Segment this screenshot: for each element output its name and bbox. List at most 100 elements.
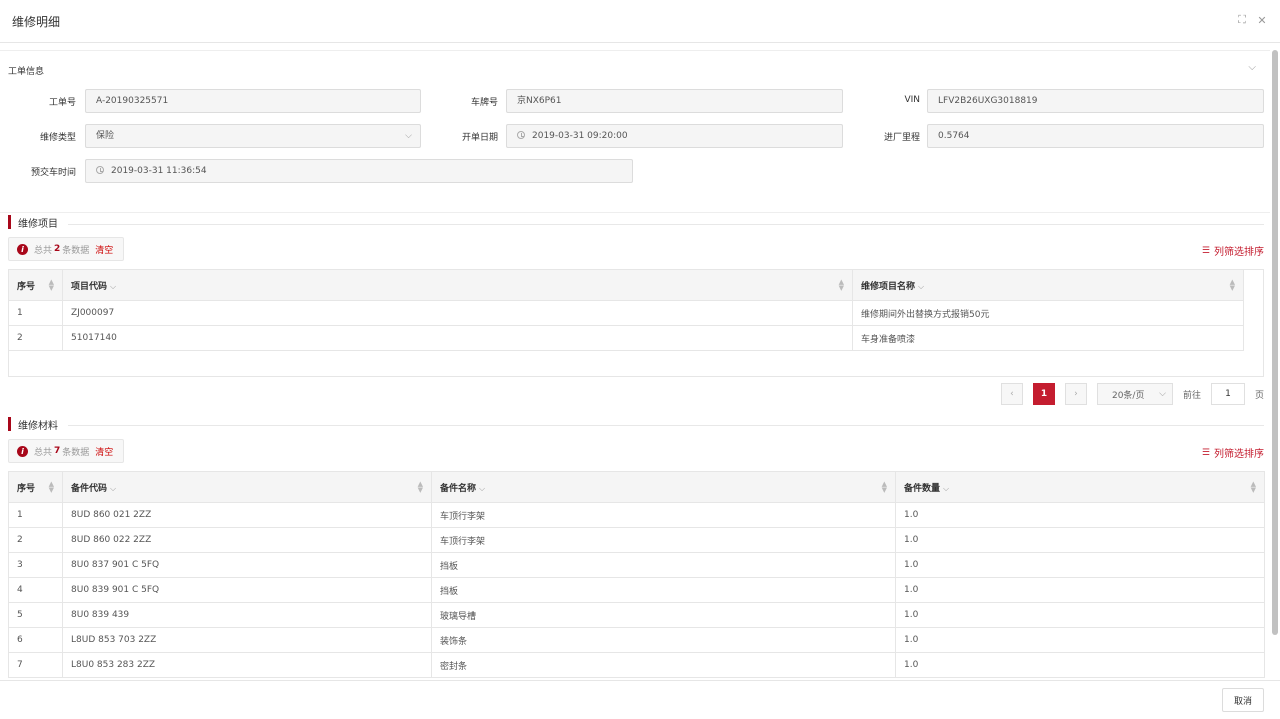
table-row[interactable]: 1 ZJ000097 维修期间外出替换方式报销50元 [8,300,1244,326]
column-filter-link[interactable]: ☰ 列筛选排序 [1201,243,1264,259]
delivery-time-field[interactable]: 2019-03-31 11:36:54 [85,159,633,183]
table-cell: 车身准备喷漆 [852,325,1244,351]
mileage-field[interactable]: 0.5764 [927,124,1264,148]
table-row[interactable]: 7 L8U0 853 283 2ZZ 密封条 1.0 [8,652,1265,678]
repair-items-header: 维修项目 [8,215,64,230]
plate-no-label: 车牌号 [470,98,498,108]
chevron-down-icon: ⌵ [918,281,925,291]
plate-no-field[interactable]: 京NX6P61 [506,89,843,113]
column-header[interactable]: 备件数量 ⌵ ▲ ▼ [895,471,1265,503]
column-header[interactable]: 维修项目名称 ⌵ ▲ ▼ [852,269,1244,301]
table-row[interactable]: 2 8UD 860 022 2ZZ 车顶行李架 1.0 [8,527,1265,553]
table-cell: 维修期间外出替换方式报销50元 [852,300,1244,326]
delivery-time-label: 预交车时间 [30,168,76,178]
column-header[interactable]: 项目代码 ⌵ ▲ ▼ [62,269,853,301]
materials-title: 维修材料 [18,420,58,432]
sort-icon: ▲ ▼ [48,480,54,494]
page-unit-label: 页 [1254,390,1264,401]
pagination: ‹ 1 › 20条/页 ⌵ 前往 1 页 [1000,383,1264,405]
column-header[interactable]: 备件名称 ⌵ ▲ ▼ [431,471,896,503]
repair-type-label: 维修类型 [39,133,76,143]
table-cell: 车顶行李架 [431,527,896,553]
cancel-button[interactable]: 取消 [1222,688,1264,712]
table-cell: L8UD 853 703 2ZZ [62,627,432,653]
clear-link[interactable]: 清空 [95,445,113,458]
goto-page-input[interactable]: 1 [1210,383,1245,405]
close-icon[interactable]: ✕ [1256,14,1268,27]
order-no-field[interactable]: A-20190325571 [85,89,421,113]
section-accent-bar [8,215,11,229]
column-header[interactable]: 备件代码 ⌵ ▲ ▼ [62,471,432,503]
chevron-down-icon: ⌵ [479,483,486,493]
clear-link[interactable]: 清空 [95,243,113,256]
page-button[interactable]: 1 [1032,383,1055,405]
column-header[interactable]: 序号 ▲ ▼ [8,269,63,301]
repair-type-value: 保险 [96,131,115,141]
clock-icon [96,166,104,174]
table-cell: 1.0 [895,652,1265,678]
table-cell: 4 [8,577,63,603]
sort-icon: ▲ ▼ [1229,278,1235,292]
table-cell: 8UD 860 021 2ZZ [62,502,432,528]
open-date-label: 开单日期 [461,133,498,143]
sliders-icon: ☰ [1201,447,1210,458]
info-icon: i [17,445,28,457]
fullscreen-icon[interactable]: ⛶ [1236,13,1248,26]
prev-page-button[interactable]: ‹ [1000,383,1023,405]
chevron-down-icon: ⌵ [943,483,950,493]
materials-count: 7 [54,446,61,456]
table-cell: 1.0 [895,627,1265,653]
repair-items-table: 序号 ▲ ▼ 项目代码 ⌵ ▲ ▼ 维修项目名称 ⌵ ▲ ▼ 1 ZJ000097 维修期间外出… [8,269,1244,351]
repair-items-count: 2 [54,244,61,254]
table-cell: 51017140 [62,325,853,351]
repair-type-select[interactable]: 保险 ⌵ [85,124,421,148]
table-cell: 1.0 [895,502,1265,528]
delivery-time-value: 2019-03-31 11:36:54 [111,166,207,176]
page-size-select[interactable]: 20条/页 ⌵ [1096,383,1173,405]
table-row[interactable]: 1 8UD 860 021 2ZZ 车顶行李架 1.0 [8,502,1265,528]
table-cell: 挡板 [431,577,896,603]
chevron-down-icon: ⌵ [405,131,412,141]
table-cell: 7 [8,652,63,678]
table-cell: 6 [8,627,63,653]
column-header[interactable]: 序号 ▲ ▼ [8,471,63,503]
work-order-title: 工单信息 [8,67,45,77]
table-row[interactable]: 4 8U0 839 901 C 5FQ 挡板 1.0 [8,577,1265,603]
table-cell: 8U0 839 439 [62,602,432,628]
sort-icon: ▲ ▼ [1250,480,1256,494]
table-cell: 1.0 [895,577,1265,603]
open-date-field[interactable]: 2019-03-31 09:20:00 [506,124,843,148]
dialog-header: 维修明细 ⛶ ✕ [0,0,1280,43]
goto-label: 前往 [1182,390,1201,401]
table-cell: 5 [8,602,63,628]
table-cell: 密封条 [431,652,896,678]
vin-field[interactable]: LFV2B26UXG3018819 [927,89,1264,113]
table-cell: 玻璃导槽 [431,602,896,628]
dialog-content: 工单信息 ⌵ 工单号 A-20190325571 车牌号 京NX6P61 VIN… [0,50,1270,680]
table-cell: 2 [8,325,63,351]
scrollbar[interactable] [1272,50,1278,635]
vin-label: VIN [904,95,920,105]
sort-icon: ▲ ▼ [838,278,844,292]
table-cell: 3 [8,552,63,578]
table-cell: 1 [8,502,63,528]
table-row[interactable]: 3 8U0 837 901 C 5FQ 挡板 1.0 [8,552,1265,578]
column-filter-link[interactable]: ☰ 列筛选排序 [1201,445,1264,461]
collapse-chevron-icon[interactable]: ⌵ [1248,62,1256,73]
dialog-title: 维修明细 [12,15,61,29]
table-cell: 1 [8,300,63,326]
table-cell: 1.0 [895,552,1265,578]
sliders-icon: ☰ [1201,245,1210,256]
sort-icon: ▲ ▼ [48,278,54,292]
table-row[interactable]: 2 51017140 车身准备喷漆 [8,325,1244,351]
table-cell: 1.0 [895,602,1265,628]
table-row[interactable]: 5 8U0 839 439 玻璃导槽 1.0 [8,602,1265,628]
sort-icon: ▲ ▼ [881,480,887,494]
next-page-button[interactable]: › [1064,383,1087,405]
order-no-label: 工单号 [48,98,76,108]
table-row[interactable]: 6 L8UD 853 703 2ZZ 装饰条 1.0 [8,627,1265,653]
table-cell: 8U0 837 901 C 5FQ [62,552,432,578]
materials-header: 维修材料 [8,417,64,432]
chevron-down-icon: ⌵ [110,281,117,291]
section-accent-bar [8,417,11,431]
